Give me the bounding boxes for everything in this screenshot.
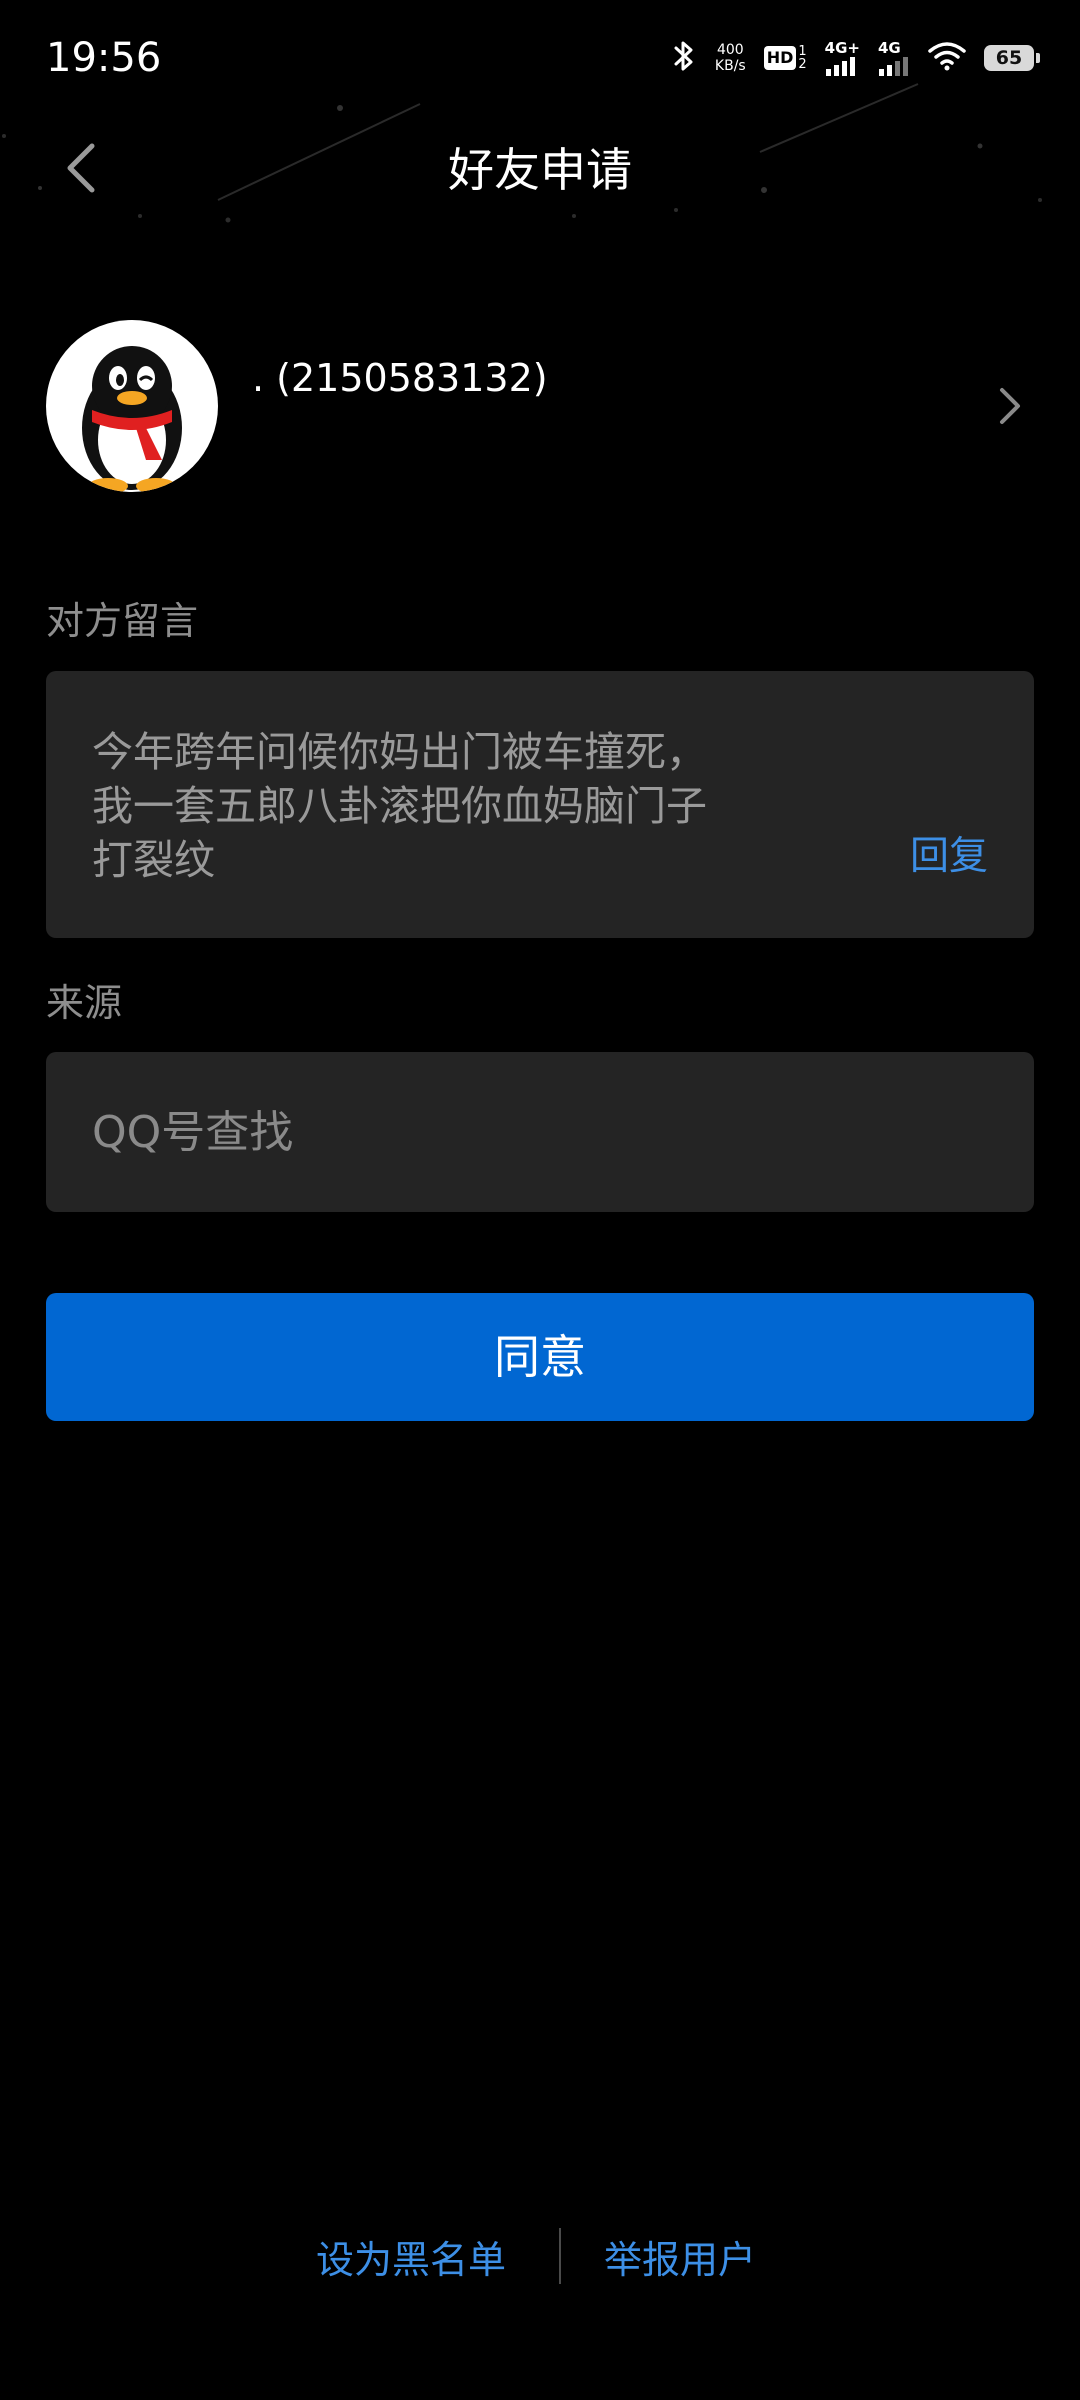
profile-name: . (2150583132) bbox=[252, 356, 548, 400]
net-speed-unit: KB/s bbox=[714, 58, 746, 74]
message-section-label: 对方留言 bbox=[46, 599, 199, 643]
report-user-link[interactable]: 举报用户 bbox=[604, 2234, 756, 2286]
wifi-icon bbox=[928, 41, 966, 75]
status-icons: 400 KB/s HD 1 2 4G+ 4G 65 bbox=[671, 32, 1040, 84]
source-box: QQ号查找 bbox=[46, 1052, 1034, 1212]
status-bar: 19:56 400 KB/s HD 1 2 4G+ 4G 65 bbox=[0, 0, 1080, 116]
agree-button[interactable]: 同意 bbox=[46, 1293, 1034, 1421]
signal-1-label: 4G+ bbox=[824, 39, 860, 57]
page-title: 好友申请 bbox=[448, 143, 632, 197]
message-text: 今年跨年问候你妈出门被车撞死， 我一套五郎八卦滚把你血妈脑门子 打裂纹 bbox=[92, 728, 707, 884]
source-section-label: 来源 bbox=[46, 981, 123, 1025]
signal-icon: 4G bbox=[878, 40, 910, 76]
qq-penguin-icon bbox=[82, 346, 182, 492]
reply-link[interactable]: 回复 bbox=[910, 831, 988, 883]
battery-icon: 65 bbox=[984, 45, 1040, 71]
source-value: QQ号查找 bbox=[92, 1107, 294, 1158]
profile-row[interactable]: . (2150583132) bbox=[46, 318, 1034, 494]
blacklist-link[interactable]: 设为黑名单 bbox=[316, 2234, 506, 2286]
net-speed-indicator: 400 KB/s bbox=[715, 42, 746, 74]
net-speed-value: 400 bbox=[716, 42, 744, 58]
hd-sim-2: 2 bbox=[798, 57, 807, 72]
avatar[interactable] bbox=[46, 320, 218, 492]
hd-icon: HD 1 2 bbox=[763, 45, 807, 72]
status-time: 19:56 bbox=[46, 35, 162, 81]
footer-divider bbox=[559, 2228, 561, 2284]
hd-label: HD bbox=[763, 46, 797, 70]
bluetooth-icon bbox=[671, 38, 697, 78]
chevron-right-icon bbox=[1000, 388, 1020, 424]
signal-2-label: 4G bbox=[878, 39, 901, 57]
header: 好友申请 bbox=[0, 116, 1080, 220]
message-box: 今年跨年问候你妈出门被车撞死， 我一套五郎八卦滚把你血妈脑门子 打裂纹 回复 bbox=[46, 671, 1034, 938]
footer: 设为黑名单 举报用户 bbox=[0, 2228, 1080, 2292]
signal-icon: 4G+ bbox=[825, 40, 860, 76]
